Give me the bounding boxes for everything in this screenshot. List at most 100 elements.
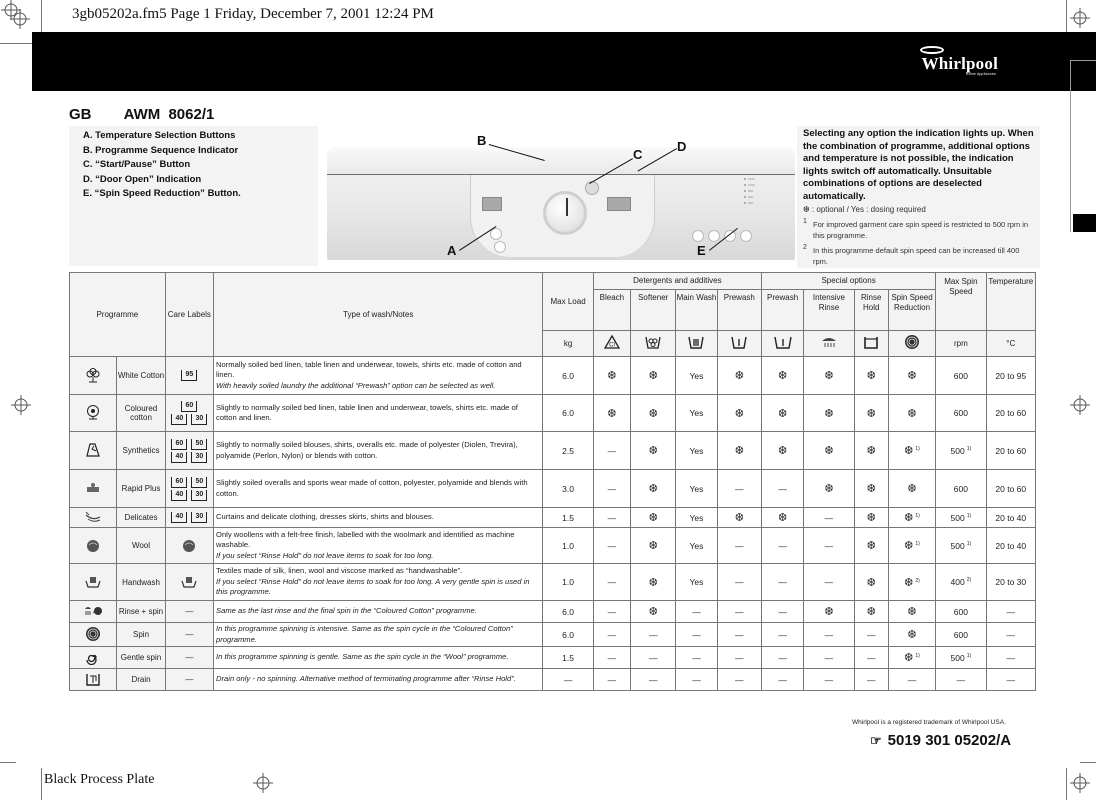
programme-row: Handwash Textiles made of silk, linen, wo…: [68, 563, 1037, 601]
option-value: —: [824, 674, 834, 685]
option-cell: —: [630, 668, 677, 691]
max-load: 1.5: [542, 646, 594, 669]
spin-speed-reduction-icon: [903, 334, 921, 350]
header-option-icon-cell: [675, 330, 718, 357]
option-cell: ❆: [887, 469, 937, 508]
wash-temp-care-label: 60: [171, 438, 188, 450]
option-value: —: [692, 652, 701, 663]
option-value: ❆: [648, 540, 658, 552]
type-of-wash-cell: Drain only - no spinning. Alternative me…: [213, 668, 544, 691]
panel-top-edge: [327, 147, 795, 175]
option-cell: —: [675, 646, 718, 669]
max-spin-cell: 600: [935, 600, 987, 623]
programme-icon-cell: [68, 356, 118, 395]
main-wash-icon: [687, 334, 705, 350]
option-value: —: [824, 512, 834, 523]
option-value: —: [735, 606, 744, 617]
spin-led: 400: [744, 201, 758, 207]
svg-text:Cl: Cl: [609, 343, 615, 349]
max-spin-cell: 600: [935, 356, 987, 395]
footnote-text: In this programme default spin speed can…: [813, 246, 1020, 266]
option-cell: ❆: [853, 356, 889, 395]
programme-name: Wool: [116, 527, 166, 564]
option-value: ❆: [824, 445, 834, 457]
option-cell: —: [592, 600, 632, 623]
option-value: ❆: [648, 370, 658, 382]
header-option-icon-cell: Cl: [592, 330, 632, 357]
option-cell: Yes: [675, 507, 718, 528]
option-cell: —: [630, 622, 677, 647]
legend-item: D. “Door Open” Indication: [83, 173, 202, 185]
option-value: Yes: [689, 540, 704, 551]
programme-table: Programme Care Labels Type of wash/Notes…: [68, 272, 1037, 691]
option-cell: —: [592, 646, 632, 669]
option-value: —: [607, 512, 617, 523]
programme-icon-cell: [68, 469, 118, 508]
option-cell: Yes: [675, 394, 718, 432]
max-spin-cell: 500 1): [935, 431, 987, 470]
care-labels-cell: 60 50 40 30: [164, 469, 215, 508]
type-of-wash-cell: Slightly to normally soiled bed linen, t…: [213, 394, 544, 432]
option-cell: ❆: [630, 600, 677, 623]
wash-notes-warning: Drain only - no spinning. Alternative me…: [216, 674, 516, 684]
part-number-value: 5019 301 05202/A: [887, 732, 1012, 749]
care-label-none: —: [185, 675, 194, 684]
option-cell: ❆ 1): [887, 646, 937, 669]
option-cell: ❆: [887, 600, 937, 623]
option-value: ❆: [777, 370, 788, 382]
legend-item: C. “Start/Pause” Button: [83, 159, 191, 170]
page-thumb-tab: [1070, 60, 1096, 232]
legend-item: A. Temperature Selection Buttons: [83, 130, 236, 141]
option-value: —: [866, 652, 876, 663]
file-slug: 3gb05202a.fm5 Page 1 Friday, December 7,…: [72, 6, 434, 22]
header-special-options: Special options: [760, 272, 937, 290]
header-option-icon-cell: [803, 330, 855, 357]
brand-subtitle: Home Appliances: [965, 72, 996, 76]
option-value: —: [735, 674, 744, 685]
registration-mark-icon: [1, 0, 21, 20]
option-cell: —: [592, 469, 632, 508]
max-spin-cell: 600: [935, 622, 987, 647]
spin-icon: [84, 626, 102, 642]
option-value: —: [607, 445, 617, 456]
max-spin-cell: 600: [935, 469, 987, 508]
type-of-wash-cell: In this programme spinning is gentle. Sa…: [213, 646, 544, 669]
option-value: —: [824, 577, 834, 587]
callout-d: D: [677, 139, 687, 154]
max-spin-value: 600: [953, 629, 968, 640]
option-value: ❆: [904, 445, 914, 457]
header-option-softener: Softener: [630, 289, 677, 331]
option-cell: ❆: [716, 431, 762, 470]
max-spin-value: 600: [953, 606, 968, 617]
logo-swoosh-icon: [919, 46, 944, 54]
option-cell: —: [803, 646, 855, 669]
option-value: ❆: [907, 483, 917, 495]
footnote-2: 2 In this programme default spin speed ca…: [803, 244, 1034, 267]
option-value: ❆: [866, 370, 876, 382]
care-labels-cell: 60 40 30: [164, 394, 215, 432]
option-value: —: [607, 652, 617, 663]
option-cell: ❆ 1): [887, 527, 937, 564]
care-label-none: —: [185, 607, 194, 616]
option-value: —: [824, 540, 834, 551]
option-value: —: [735, 652, 744, 663]
option-cell: Yes: [675, 431, 718, 470]
wash-temp-care-label: 60: [171, 476, 188, 488]
option-value: ❆: [648, 483, 658, 495]
option-cell: ❆: [853, 527, 889, 564]
wash-temp-care-label: 30: [191, 489, 208, 501]
programme-icon-cell: [68, 668, 118, 691]
spin-led-column: 1200 1000 800 600 400: [744, 177, 758, 207]
option-cell: —: [760, 622, 805, 647]
woolmark-icon: [180, 537, 198, 553]
option-value: Yes: [689, 483, 704, 494]
options-description: Selecting any option the indication ligh…: [803, 128, 1034, 202]
header-max-spin-unit: rpm: [935, 330, 987, 357]
option-value: —: [607, 674, 617, 685]
start-pause-button: [585, 181, 599, 195]
programme-name: Spin: [116, 622, 166, 647]
option-value: —: [648, 674, 658, 685]
option-cell: —: [760, 668, 805, 691]
option-value: ❆: [824, 606, 834, 618]
option-value: ❆: [866, 483, 876, 495]
